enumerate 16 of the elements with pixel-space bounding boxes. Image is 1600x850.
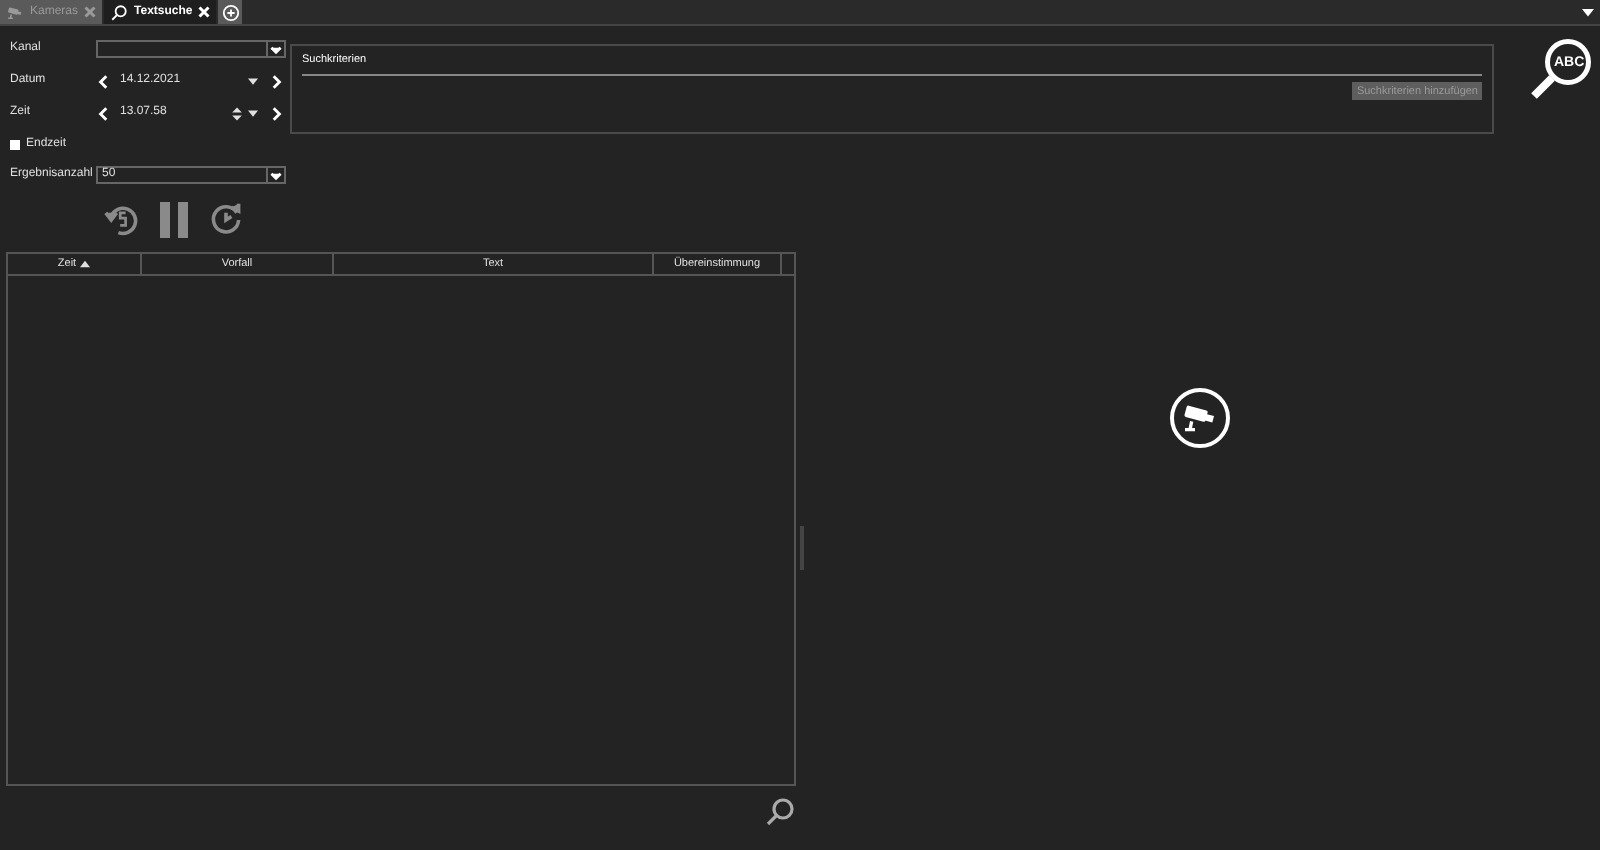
dropdown-arrow-icon[interactable]: [248, 108, 258, 118]
dropdown-arrow-icon[interactable]: [268, 167, 284, 183]
spinner-icon[interactable]: [232, 105, 242, 121]
search-icon: [110, 3, 129, 21]
add-tab-button[interactable]: [218, 0, 243, 24]
clock-refresh-icon[interactable]: [208, 202, 244, 238]
dropdown-arrow-icon[interactable]: [248, 76, 258, 86]
camera-icon: [6, 3, 24, 21]
search-icon: [764, 796, 796, 828]
splitter-handle[interactable]: [800, 526, 804, 570]
rewind-icon[interactable]: [104, 202, 140, 238]
pause-icon[interactable]: [158, 202, 190, 238]
checkbox[interactable]: [10, 139, 20, 149]
dropdown-arrow-icon[interactable]: [1582, 6, 1594, 18]
dropdown-arrow-icon[interactable]: [268, 41, 284, 57]
plus-icon: [221, 3, 240, 21]
